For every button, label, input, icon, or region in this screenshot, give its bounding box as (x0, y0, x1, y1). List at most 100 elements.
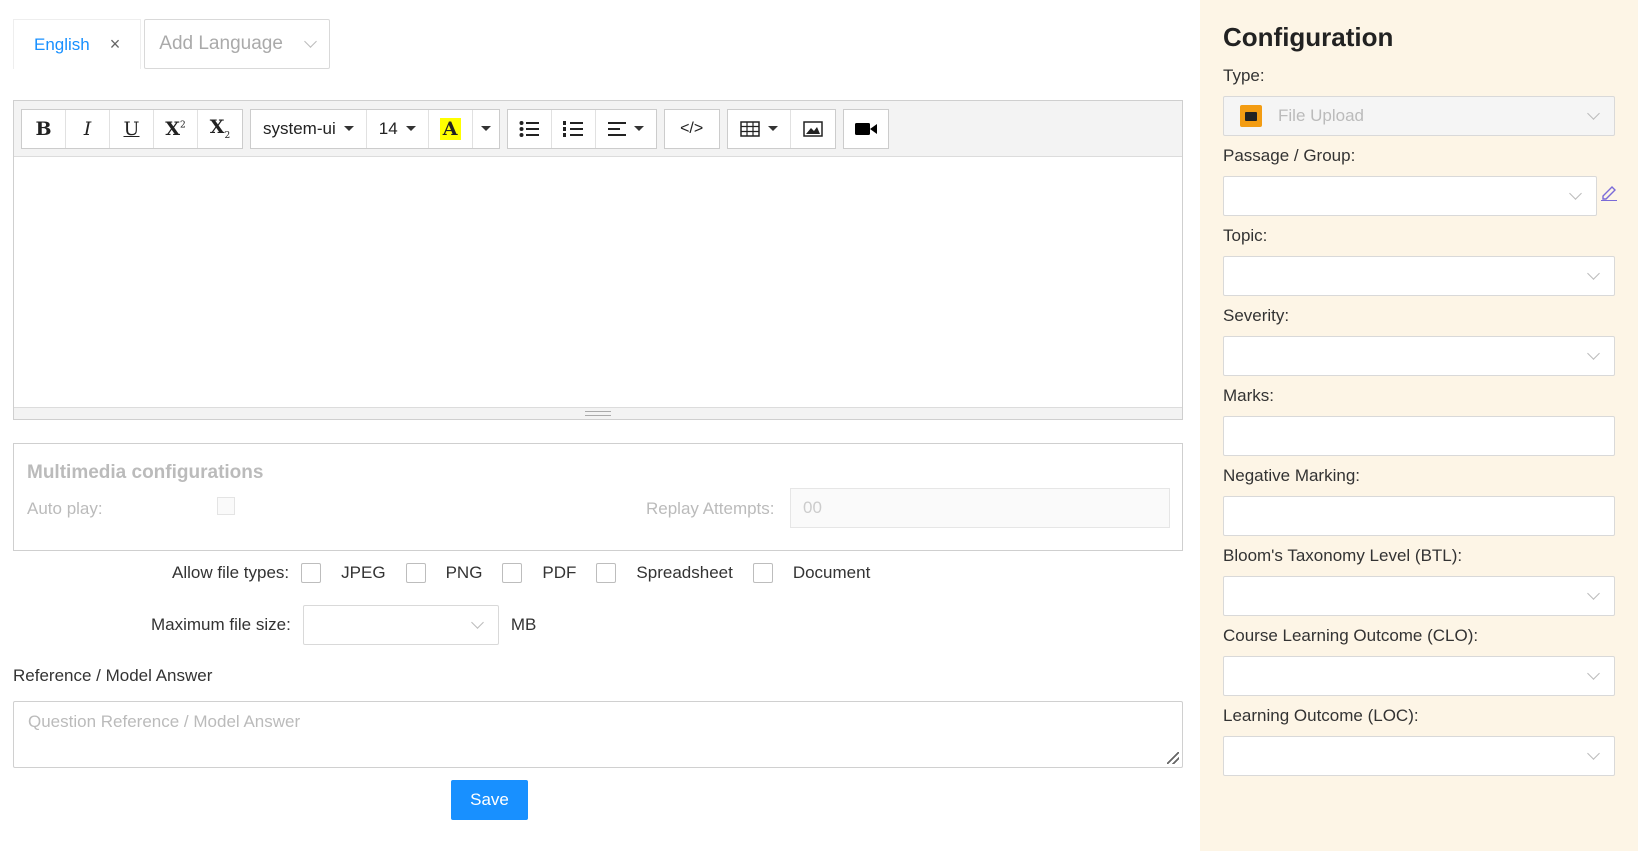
editor-toolbar: B I U X2 X2 system-ui 14 A </> (14, 101, 1182, 157)
file-type-label: Spreadsheet (636, 563, 733, 582)
video-camera-icon (854, 122, 877, 135)
font-size-select[interactable]: 14 (367, 109, 429, 148)
add-language-placeholder: Add Language (159, 33, 283, 54)
code-group: </> (663, 108, 720, 149)
chevron-down-icon (1587, 667, 1600, 680)
numbered-list-icon (563, 120, 584, 137)
list-group (506, 108, 657, 149)
caret-down-icon (343, 126, 354, 131)
language-tabs: English × Add Language (13, 19, 331, 69)
file-type-png[interactable]: PNG (405, 563, 482, 583)
max-file-size-select[interactable] (302, 605, 499, 645)
file-type-spreadsheet[interactable]: Spreadsheet (596, 563, 733, 583)
numbered-list-button[interactable] (552, 109, 596, 148)
font-size-value: 14 (378, 118, 398, 138)
config-title: Configuration (1223, 22, 1394, 52)
resize-icon[interactable] (1167, 752, 1179, 764)
font-family-select[interactable]: system-ui (251, 109, 367, 148)
caret-down-icon (633, 126, 644, 131)
bullet-list-button[interactable] (508, 109, 552, 148)
file-type-label: JPEG (341, 563, 386, 582)
code-view-button[interactable]: </> (665, 110, 719, 148)
subscript-button[interactable]: X2 (198, 110, 242, 148)
type-select[interactable]: File Upload (1223, 96, 1615, 136)
table-button[interactable] (728, 109, 791, 148)
video-button[interactable] (844, 110, 888, 148)
passage-select[interactable] (1223, 176, 1597, 216)
type-value-wrap: File Upload (1240, 105, 1364, 127)
severity-label: Severity: (1223, 306, 1290, 325)
chevron-down-icon (1587, 107, 1600, 120)
type-label: Type: (1223, 66, 1265, 85)
subscript-icon: X2 (209, 116, 231, 141)
loc-select[interactable] (1223, 736, 1615, 776)
severity-select[interactable] (1223, 336, 1615, 376)
checkbox[interactable] (301, 563, 322, 583)
marks-input[interactable] (1223, 416, 1615, 456)
file-types-row: Allow file types: JPEG PNG PDF Spreadshe… (172, 560, 890, 586)
checkbox[interactable] (752, 563, 773, 583)
negative-marking-input[interactable] (1223, 496, 1615, 536)
highlight-button[interactable]: A (429, 109, 473, 148)
insert-group (726, 108, 836, 149)
file-type-pdf[interactable]: PDF (502, 563, 576, 583)
type-value: File Upload (1278, 106, 1364, 125)
passage-label: Passage / Group: (1223, 146, 1356, 165)
highlight-dropdown[interactable] (473, 110, 499, 148)
bold-button[interactable]: B (22, 109, 66, 148)
folder-icon (1240, 105, 1262, 127)
chevron-down-icon (1587, 347, 1600, 360)
chevron-down-icon (1587, 747, 1600, 760)
chevron-down-icon (1587, 587, 1600, 600)
btl-select[interactable] (1223, 576, 1615, 616)
italic-button[interactable]: I (66, 109, 110, 148)
italic-icon: I (83, 117, 92, 140)
reference-placeholder: Question Reference / Model Answer (28, 712, 301, 731)
multimedia-config-panel: Multimedia configurations Auto play: Rep… (13, 443, 1183, 551)
align-select[interactable] (596, 110, 656, 148)
grip-icon (585, 411, 611, 416)
edit-icon[interactable] (1600, 183, 1618, 201)
save-button[interactable]: Save (451, 780, 528, 820)
underline-icon: U (123, 117, 140, 140)
reference-textarea[interactable]: Question Reference / Model Answer (13, 701, 1183, 768)
chevron-down-icon (1587, 267, 1600, 280)
code-icon: </> (680, 119, 704, 137)
rich-text-editor: B I U X2 X2 system-ui 14 A </> (13, 100, 1183, 420)
caret-down-icon (767, 126, 778, 131)
replay-attempts-value: 00 (803, 498, 822, 517)
marks-label: Marks: (1223, 386, 1274, 405)
file-type-document[interactable]: Document (752, 563, 871, 583)
auto-play-label: Auto play: (27, 499, 103, 518)
underline-button[interactable]: U (110, 109, 154, 148)
font-family-value: system-ui (263, 118, 336, 138)
editor-content[interactable] (14, 157, 1182, 405)
file-types-label: Allow file types: (172, 563, 290, 582)
editor-resize-handle[interactable] (14, 407, 1182, 419)
format-group: B I U X2 X2 (21, 108, 243, 149)
bold-icon: B (35, 117, 52, 140)
bullet-list-icon (519, 120, 540, 137)
tab-english[interactable]: English × (13, 19, 142, 69)
caret-down-icon (480, 126, 491, 131)
close-icon[interactable]: × (110, 34, 121, 55)
replay-attempts-input[interactable]: 00 (790, 488, 1170, 528)
superscript-button[interactable]: X2 (154, 109, 198, 148)
add-language-select[interactable]: Add Language (144, 19, 331, 69)
clo-label: Course Learning Outcome (CLO): (1223, 626, 1479, 645)
main-area: English × Add Language B I U X2 X2 syste… (0, 0, 1200, 851)
auto-play-checkbox[interactable] (217, 497, 235, 515)
clo-select[interactable] (1223, 656, 1615, 696)
caret-down-icon (405, 126, 416, 131)
checkbox[interactable] (405, 563, 426, 583)
reference-label: Reference / Model Answer (13, 666, 213, 685)
max-file-size-label: Maximum file size: (151, 615, 291, 634)
checkbox[interactable] (596, 563, 617, 583)
file-type-label: Document (792, 563, 871, 582)
topic-select[interactable] (1223, 256, 1615, 296)
image-button[interactable] (791, 110, 835, 148)
file-type-jpeg[interactable]: JPEG (301, 563, 386, 583)
tab-english-label: English (34, 34, 90, 54)
checkbox[interactable] (502, 563, 523, 583)
font-group: system-ui 14 A (250, 108, 500, 149)
